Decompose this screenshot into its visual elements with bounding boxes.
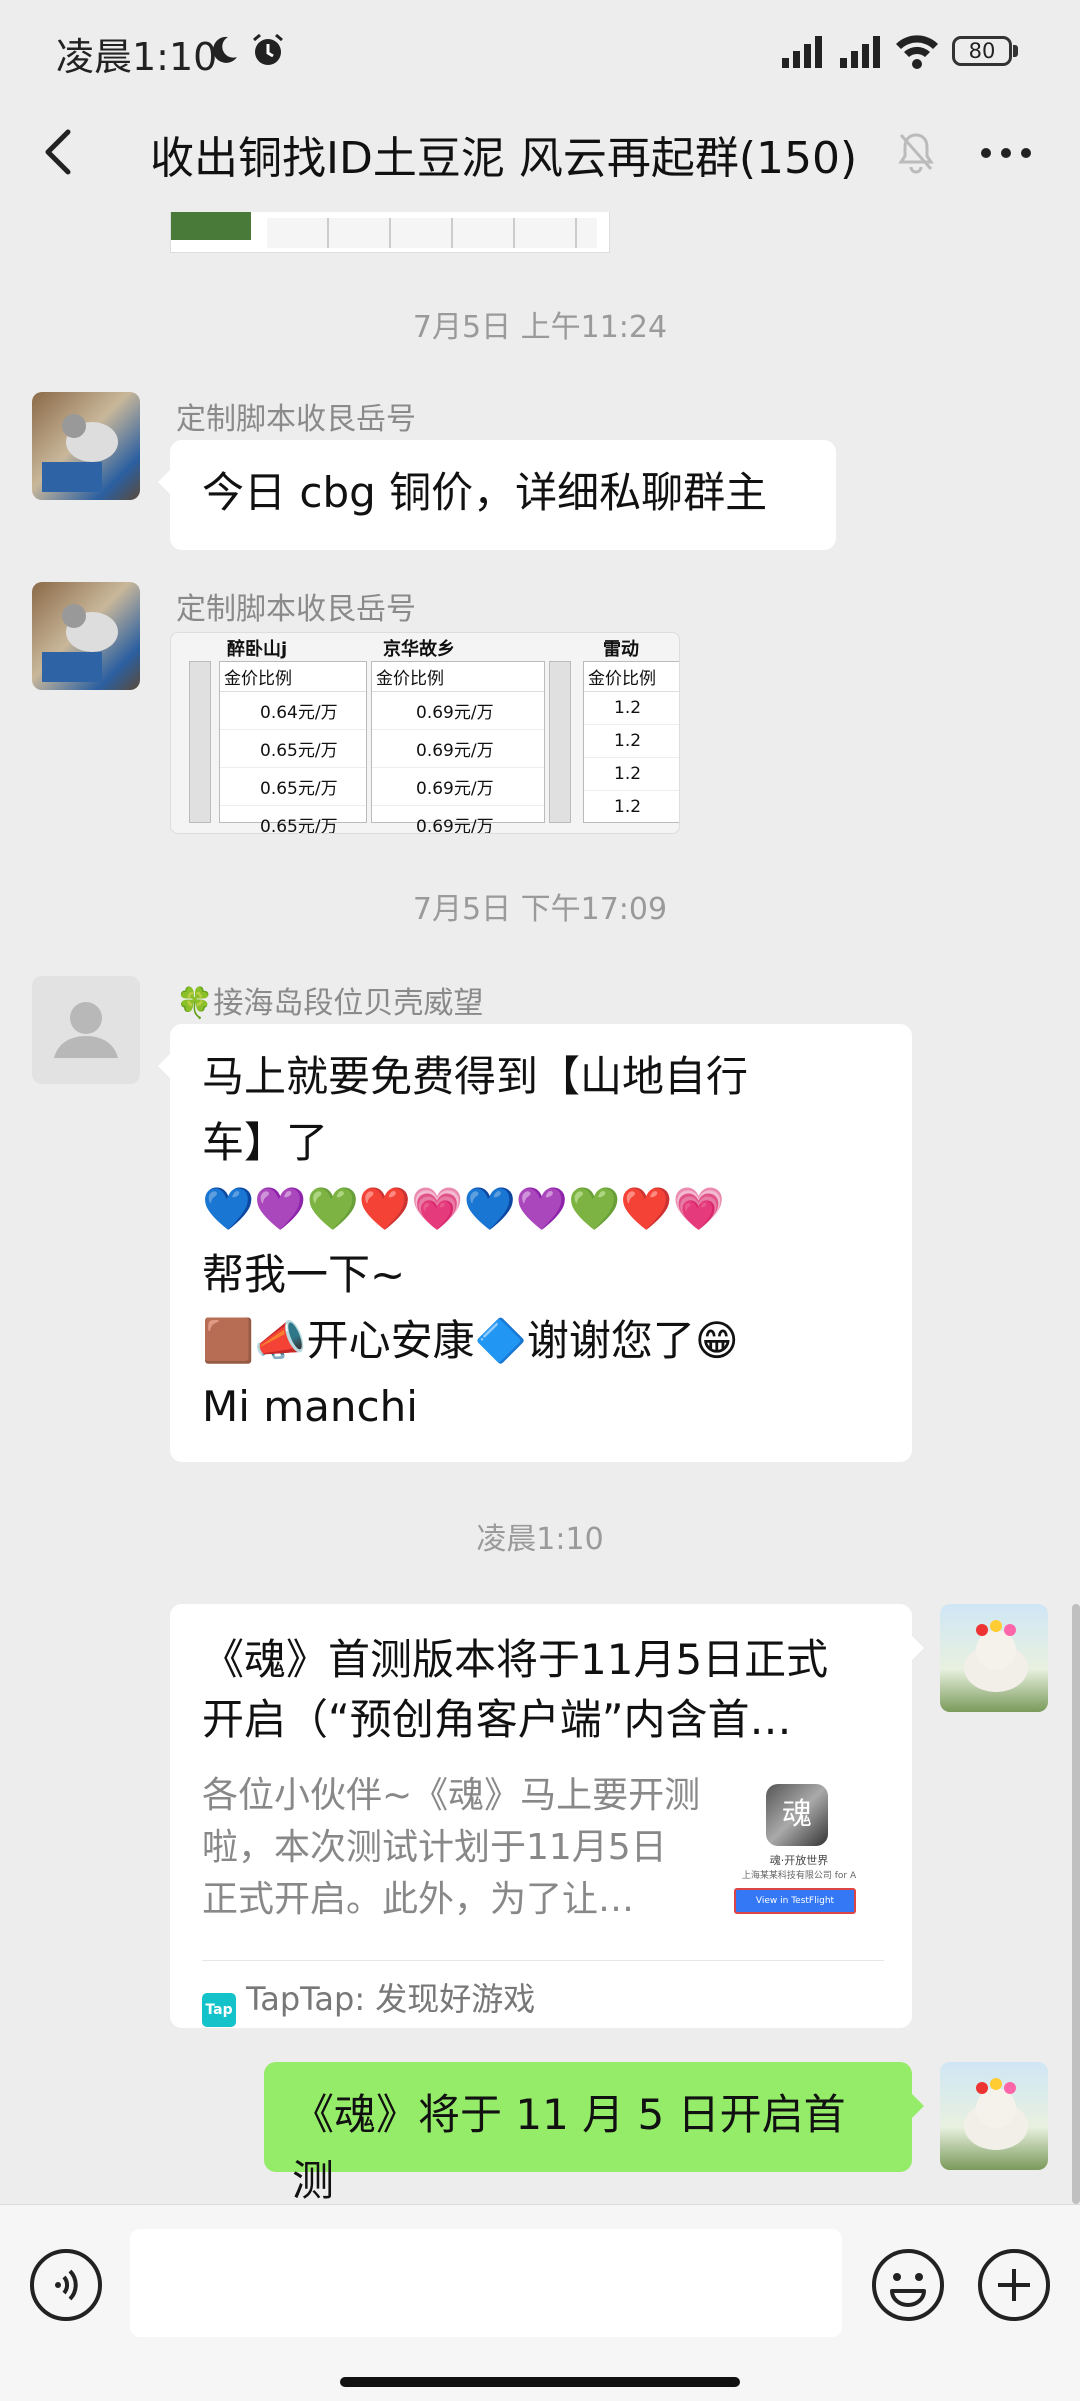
table-body: 金价比例 1.2 1.2 1.2 1.2: [583, 661, 679, 823]
home-indicator[interactable]: [340, 2377, 740, 2387]
cat-photo-icon: [42, 414, 118, 492]
timestamp: 7月5日 下午17:09: [412, 892, 668, 927]
avatar[interactable]: [32, 392, 140, 500]
chat-header: 收出铜找ID土豆泥 风云再起群(150): [0, 100, 1080, 212]
message-text-line: 车】了: [202, 1118, 329, 1167]
card-thumbnail: 魂 魂·开放世界 上海某某科技有限公司 for A View in TestFl…: [726, 1780, 872, 1936]
battery-indicator: 80: [952, 36, 1012, 66]
column-title: 醉卧山j: [227, 639, 288, 660]
image-thumb-green: [171, 212, 251, 240]
moon-icon: [213, 36, 237, 63]
cat-photo-icon: [42, 604, 118, 682]
share-card[interactable]: 《魂》首测版本将于11月5日正式开启（“预创角客户端”内含首… 各位小伙伴~《魂…: [170, 1604, 924, 2028]
default-user-icon: [54, 1002, 118, 1058]
message-text-line: 马上就要免费得到【山地自行: [202, 1052, 749, 1101]
message-text-line: Mi manchi: [202, 1382, 418, 1431]
price-table-image[interactable]: 醉卧山j 金价比例 0.64元/万 0.65元/万 0.65元/万 0.65元/…: [170, 632, 680, 834]
status-bar: 凌晨1:10 80: [0, 0, 1080, 100]
partial-image-message[interactable]: [170, 212, 610, 253]
sender-name: 定制脚本收艮岳号: [176, 402, 416, 437]
message-text-line: 🟫📣开心安康🔷谢谢您了😁: [202, 1316, 739, 1365]
card-source: Tap TapTap: 发现好游戏: [202, 1974, 535, 2027]
cat-photo-icon: [964, 1620, 1028, 1692]
voice-input-button[interactable]: [28, 2247, 104, 2323]
message-text: 今日 cbg 铜价，详细私聊群主: [202, 468, 768, 517]
mute-bell-icon: [898, 133, 934, 174]
card-source-text: TapTap: 发现好游戏: [246, 1980, 536, 2018]
scrollbar[interactable]: [1072, 1604, 1080, 2204]
scroll-track: [189, 661, 211, 823]
table-column: 醉卧山j 金价比例 0.64元/万 0.65元/万 0.65元/万 0.65元/…: [171, 633, 371, 833]
signal-icon: [782, 36, 822, 68]
column-title: 雷动: [603, 639, 639, 660]
battery-tip: [1013, 45, 1018, 57]
timestamp: 凌晨1:10: [476, 1522, 604, 1557]
table-body: 金价比例 0.69元/万 0.69元/万 0.69元/万 0.69元/万: [371, 661, 545, 833]
message-input[interactable]: [130, 2229, 842, 2337]
sender-name: 🍀接海岛段位贝壳威望: [176, 986, 484, 1021]
message-bubble-self[interactable]: 《魂》将于 11 月 5 日开启首测: [264, 2062, 924, 2205]
thumb-testflight-button: View in TestFlight: [734, 1888, 856, 1914]
emoji-button[interactable]: [870, 2247, 946, 2323]
message-text-line: 帮我一下~: [202, 1250, 406, 1299]
table-column: 京华故乡 金价比例 0.69元/万 0.69元/万 0.69元/万 0.69元/…: [371, 633, 581, 833]
taptap-logo-icon: Tap: [202, 1993, 236, 2027]
card-title: 《魂》首测版本将于11月5日正式开启（“预创角客户端”内含首…: [202, 1635, 829, 1744]
more-options-button[interactable]: [976, 128, 1036, 178]
message-bubble[interactable]: 马上就要免费得到【山地自行 车】了 💙💜💚❤️💗💙💜💚❤️💗 帮我一下~ 🟫📣开…: [158, 1024, 912, 1462]
input-bar: [0, 2204, 1080, 2401]
table-body: 金价比例 0.64元/万 0.65元/万 0.65元/万 0.65元/万: [219, 661, 367, 833]
avatar-self[interactable]: [940, 1604, 1048, 1712]
game-icon: 魂: [766, 1784, 828, 1846]
wifi-icon: [896, 35, 938, 69]
sender-name: 定制脚本收艮岳号: [176, 592, 416, 627]
column-title: 京华故乡: [383, 639, 455, 660]
table-column: 雷动 金价比例 1.2 1.2 1.2 1.2: [583, 633, 679, 833]
timestamp: 7月5日 上午11:24: [412, 310, 668, 345]
back-button[interactable]: [30, 122, 90, 182]
status-time: 凌晨1:10: [56, 35, 218, 79]
chat-title: 收出铜找ID土豆泥 风云再起群(150): [150, 133, 858, 184]
avatar[interactable]: [32, 582, 140, 690]
signal-icon-2: [840, 36, 880, 68]
avatar-self[interactable]: [940, 2062, 1048, 2170]
avatar-default[interactable]: [32, 976, 140, 1084]
alarm-icon: [253, 33, 283, 65]
thumb-game-title: 魂·开放世界: [769, 1854, 829, 1867]
more-actions-button[interactable]: [976, 2247, 1052, 2323]
image-thumb-grid: [267, 218, 597, 248]
message-bubble[interactable]: 今日 cbg 铜价，详细私聊群主: [158, 440, 836, 550]
cat-photo-icon: [964, 2078, 1028, 2150]
card-description: 各位小伙伴~《魂》马上要开测啦，本次测试计划于11月5日正式开启。此外，为了让…: [202, 1775, 701, 1920]
card-divider: [202, 1960, 884, 1961]
scroll-track: [549, 661, 571, 823]
thumb-company: 上海某某科技有限公司 for A: [741, 1871, 857, 1881]
message-text: 《魂》将于 11 月 5 日开启首测: [292, 2090, 846, 2205]
message-emoji-line: 💙💜💚❤️💗💙💜💚❤️💗: [202, 1184, 725, 1233]
